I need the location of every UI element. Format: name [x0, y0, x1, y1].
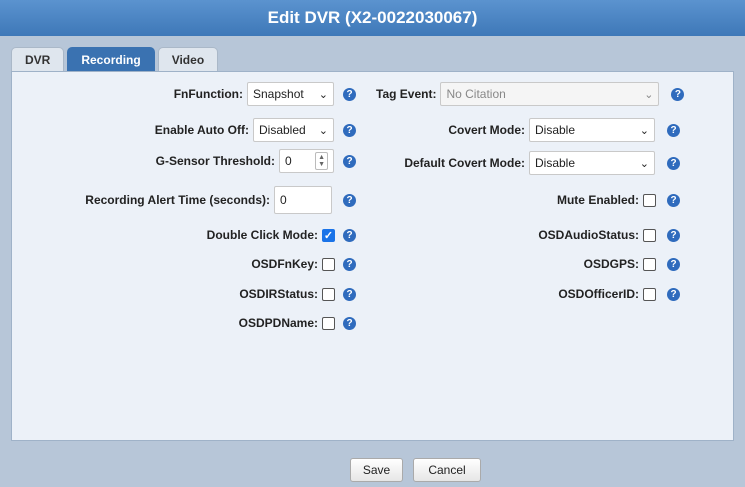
help-icon[interactable]: ? [667, 228, 680, 242]
auto-off-row: Enable Auto Off: Disabled ⌄ ? [155, 118, 356, 142]
help-icon[interactable]: ? [667, 193, 680, 207]
osdpdname-label: OSDPDName: [238, 316, 318, 330]
double-click-label: Double Click Mode: [206, 228, 318, 242]
auto-off-select[interactable]: Disabled ⌄ [253, 118, 334, 142]
osdaudiostatus-row: OSDAudioStatus: ? [538, 223, 680, 247]
help-icon[interactable]: ? [343, 257, 356, 271]
fnfunction-select[interactable]: Snapshot ⌄ [247, 82, 334, 106]
auto-off-value: Disabled [259, 123, 306, 137]
osdfnkey-row: OSDFnKey: ? [251, 252, 356, 276]
tab-bar: DVR Recording Video [11, 47, 219, 71]
help-icon[interactable]: ? [343, 193, 356, 207]
osdfnkey-label: OSDFnKey: [251, 257, 318, 271]
save-button[interactable]: Save [350, 458, 403, 482]
gsensor-row: G-Sensor Threshold: 0 ▲ ▼ ? [156, 149, 356, 173]
default-covert-row: Default Covert Mode: Disable ⌄ ? [404, 151, 680, 175]
covert-mode-value: Disable [535, 123, 576, 137]
gsensor-stepper[interactable]: 0 ▲ ▼ [279, 149, 334, 173]
alert-time-row: Recording Alert Time (seconds): 0 ? [85, 186, 356, 214]
chevron-down-icon: ⌄ [318, 88, 328, 101]
alert-time-label: Recording Alert Time (seconds): [85, 193, 270, 207]
default-covert-value: Disable [535, 156, 576, 170]
help-icon[interactable]: ? [343, 154, 356, 168]
tab-dvr[interactable]: DVR [11, 47, 65, 71]
osdofficerid-row: OSDOfficerID: ? [558, 282, 680, 306]
chevron-down-icon: ⌄ [639, 157, 649, 170]
covert-mode-select[interactable]: Disable ⌄ [529, 118, 655, 142]
osdaudiostatus-label: OSDAudioStatus: [538, 228, 639, 242]
fnfunction-row: FnFunction: Snapshot ⌄ ? [174, 82, 356, 106]
dialog-title: Edit DVR (X2-0022030067) [0, 0, 745, 36]
covert-mode-label: Covert Mode: [448, 123, 525, 137]
fnfunction-value: Snapshot [253, 87, 304, 101]
help-icon[interactable]: ? [667, 257, 680, 271]
osdgps-row: OSDGPS: ? [584, 252, 680, 276]
osdgps-label: OSDGPS: [583, 257, 639, 271]
default-covert-select[interactable]: Disable ⌄ [529, 151, 655, 175]
covert-mode-row: Covert Mode: Disable ⌄ ? [448, 118, 680, 142]
osdofficerid-checkbox[interactable] [643, 287, 656, 301]
osdfnkey-checkbox[interactable] [322, 257, 335, 271]
osdpdname-row: OSDPDName: ? [239, 311, 356, 335]
help-icon[interactable]: ? [667, 287, 680, 301]
double-click-checkbox[interactable]: ✓ [322, 228, 335, 242]
mute-enabled-checkbox[interactable] [643, 193, 656, 207]
help-icon[interactable]: ? [343, 316, 356, 330]
help-icon[interactable]: ? [343, 228, 356, 242]
tag-event-select[interactable]: No Citation ⌄ [440, 82, 660, 106]
gsensor-label: G-Sensor Threshold: [155, 154, 275, 168]
default-covert-label: Default Covert Mode: [404, 156, 525, 170]
help-icon[interactable]: ? [343, 87, 356, 101]
help-icon[interactable]: ? [667, 156, 680, 170]
alert-time-value: 0 [280, 193, 287, 207]
help-icon[interactable]: ? [343, 287, 356, 301]
cancel-button[interactable]: Cancel [413, 458, 481, 482]
tag-event-row: Tag Event: No Citation ⌄ ? [376, 82, 685, 106]
help-icon[interactable]: ? [671, 87, 685, 101]
help-icon[interactable]: ? [667, 123, 680, 137]
tab-video[interactable]: Video [157, 47, 219, 71]
osdgps-checkbox[interactable] [643, 257, 656, 271]
alert-time-input[interactable]: 0 [274, 186, 332, 214]
gsensor-value: 0 [285, 154, 292, 168]
osdirstatus-row: OSDIRStatus: ? [239, 282, 356, 306]
tag-event-label: Tag Event: [376, 87, 437, 101]
mute-enabled-label: Mute Enabled: [556, 193, 639, 207]
help-icon[interactable]: ? [343, 123, 356, 137]
tag-event-value: No Citation [446, 87, 506, 101]
chevron-down-icon: ⌄ [639, 124, 649, 137]
osdofficerid-label: OSDOfficerID: [558, 287, 639, 301]
osdaudiostatus-checkbox[interactable] [643, 228, 656, 242]
osdpdname-checkbox[interactable] [322, 316, 335, 330]
chevron-down-icon: ⌄ [318, 124, 328, 137]
spinner-arrows-icon[interactable]: ▲ ▼ [315, 152, 328, 170]
osdirstatus-label: OSDIRStatus: [239, 287, 318, 301]
tab-recording[interactable]: Recording [67, 47, 155, 71]
fnfunction-label: FnFunction: [173, 87, 243, 101]
auto-off-label: Enable Auto Off: [154, 123, 249, 137]
recording-panel: FnFunction: Snapshot ⌄ ? Enable Auto Off… [11, 71, 734, 441]
edit-dvr-dialog: Edit DVR (X2-0022030067) DVR Recording V… [0, 0, 745, 487]
mute-enabled-row: Mute Enabled: ? [557, 188, 680, 212]
chevron-down-icon: ⌄ [644, 88, 654, 101]
osdirstatus-checkbox[interactable] [322, 287, 335, 301]
double-click-row: Double Click Mode: ✓ ? [207, 223, 356, 247]
